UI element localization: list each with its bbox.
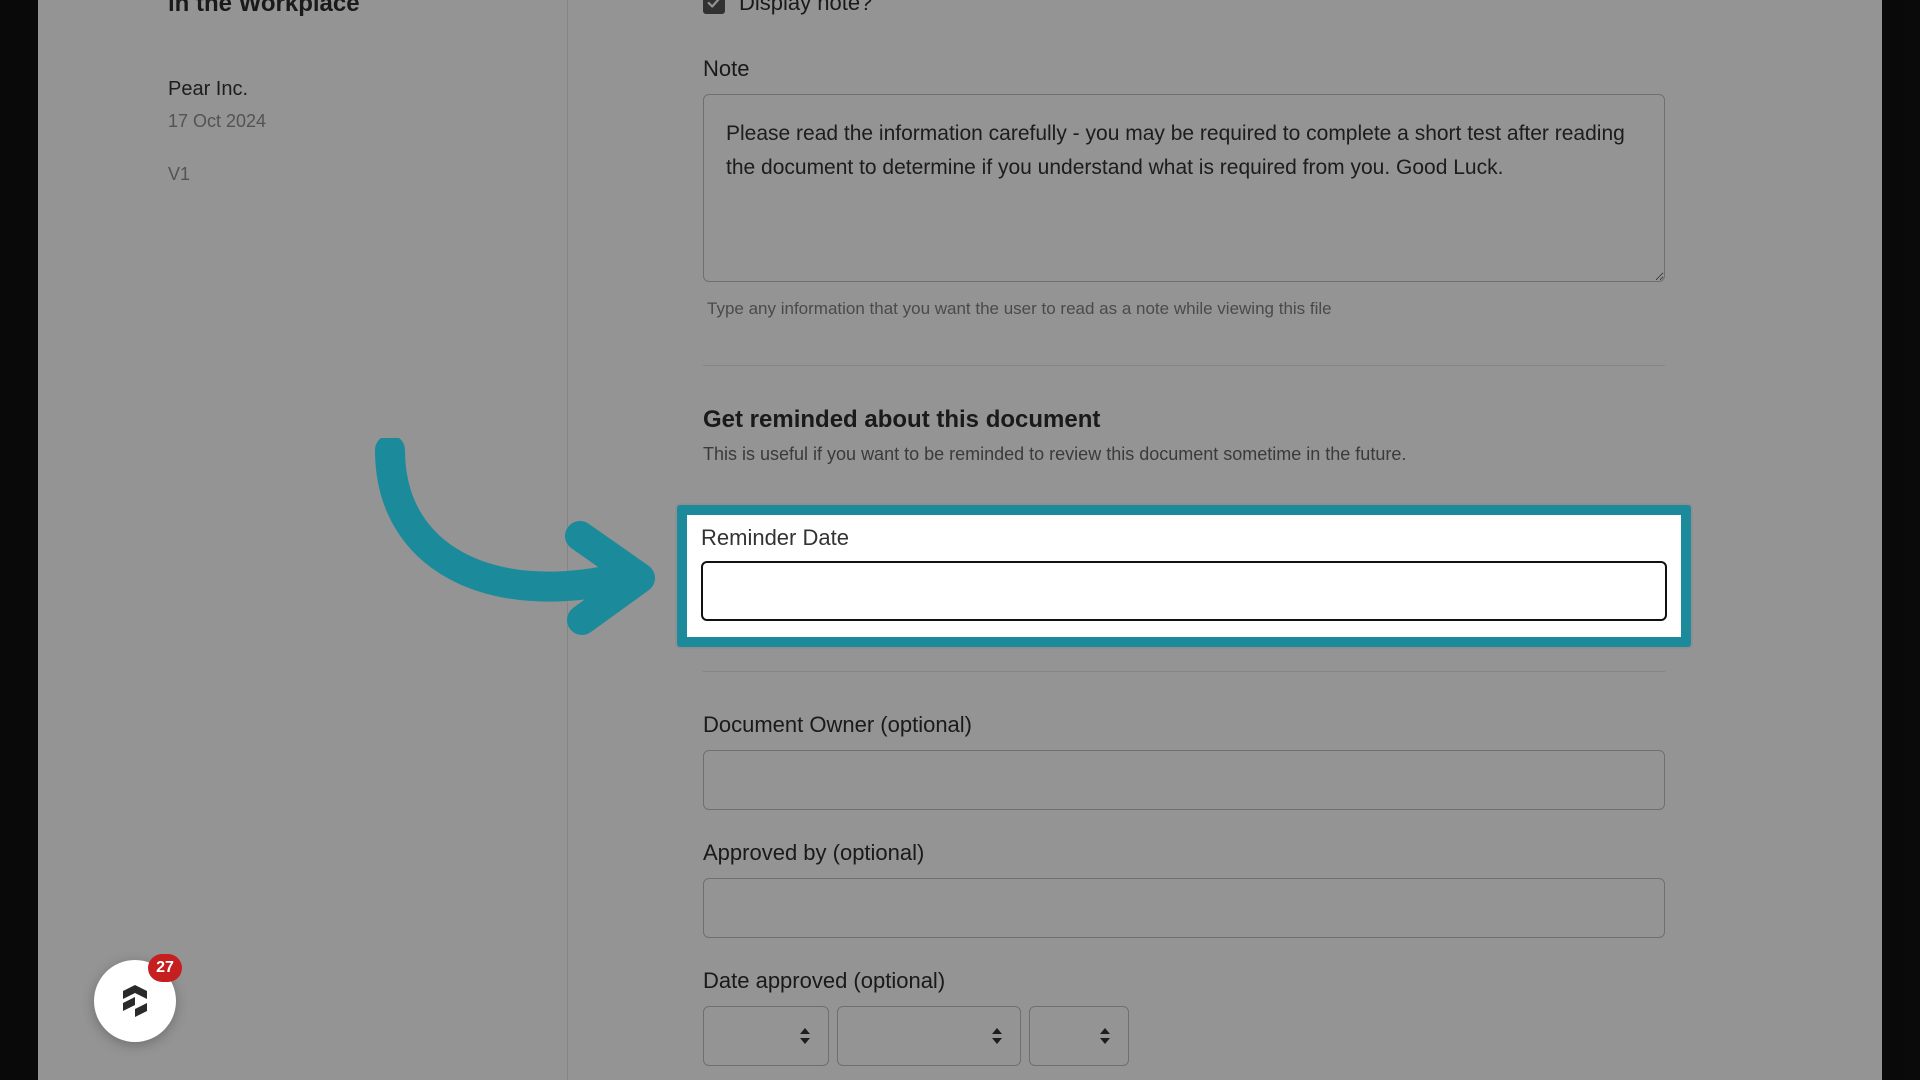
section-divider xyxy=(703,365,1665,366)
display-note-checkbox-row[interactable]: Display note? xyxy=(703,0,1665,16)
reminder-heading: Get reminded about this document xyxy=(703,406,1665,434)
date-approved-year-select[interactable] xyxy=(1029,1006,1129,1066)
reminder-date-input[interactable] xyxy=(701,561,1667,621)
reminder-subtext: This is useful if you want to be reminde… xyxy=(703,444,1665,465)
date-approved-month-select[interactable] xyxy=(837,1006,1021,1066)
display-note-label: Display note? xyxy=(739,0,872,16)
form-main: Display note? Note Type any information … xyxy=(568,0,1882,1080)
document-owner-input[interactable] xyxy=(703,750,1665,810)
letterbox-right xyxy=(1882,0,1920,1080)
checkbox-icon[interactable] xyxy=(703,0,725,14)
document-owner-label: Document Owner (optional) xyxy=(703,712,1665,738)
document-date: 17 Oct 2024 xyxy=(168,111,567,132)
document-title: in the Workplace xyxy=(168,0,567,18)
date-approved-field-block: Date approved (optional) xyxy=(703,968,1665,1066)
chevron-updown-icon xyxy=(992,1026,1004,1046)
date-approved-day-select[interactable] xyxy=(703,1006,829,1066)
reminder-date-highlight: Reminder Date xyxy=(677,505,1691,647)
note-field-block: Note Type any information that you want … xyxy=(703,56,1665,319)
owner-field-block: Document Owner (optional) xyxy=(703,712,1665,810)
approved-by-label: Approved by (optional) xyxy=(703,840,1665,866)
chevron-updown-icon xyxy=(1100,1026,1112,1046)
approved-by-input[interactable] xyxy=(703,878,1665,938)
page-container: in the Workplace Pear Inc. 17 Oct 2024 V… xyxy=(38,0,1882,1080)
document-version: V1 xyxy=(168,164,567,185)
letterbox-left xyxy=(0,0,38,1080)
reminder-date-label: Reminder Date xyxy=(701,525,1667,551)
note-label: Note xyxy=(703,56,1665,82)
document-sidebar: in the Workplace Pear Inc. 17 Oct 2024 V… xyxy=(38,0,568,1080)
section-divider-2 xyxy=(703,671,1665,672)
date-approved-label: Date approved (optional) xyxy=(703,968,1665,994)
note-helper-text: Type any information that you want the u… xyxy=(707,299,1665,319)
note-textarea[interactable] xyxy=(703,94,1665,282)
chat-widget[interactable]: 27 xyxy=(94,960,176,1042)
chevron-updown-icon xyxy=(800,1026,812,1046)
chat-logo-icon xyxy=(115,981,155,1021)
form-area: Display note? Note Type any information … xyxy=(703,0,1665,1066)
company-name: Pear Inc. xyxy=(168,78,567,101)
approved-by-field-block: Approved by (optional) xyxy=(703,840,1665,938)
reminder-section: Get reminded about this document This is… xyxy=(703,406,1665,465)
chat-badge: 27 xyxy=(148,954,182,982)
date-approved-row xyxy=(703,1006,1665,1066)
